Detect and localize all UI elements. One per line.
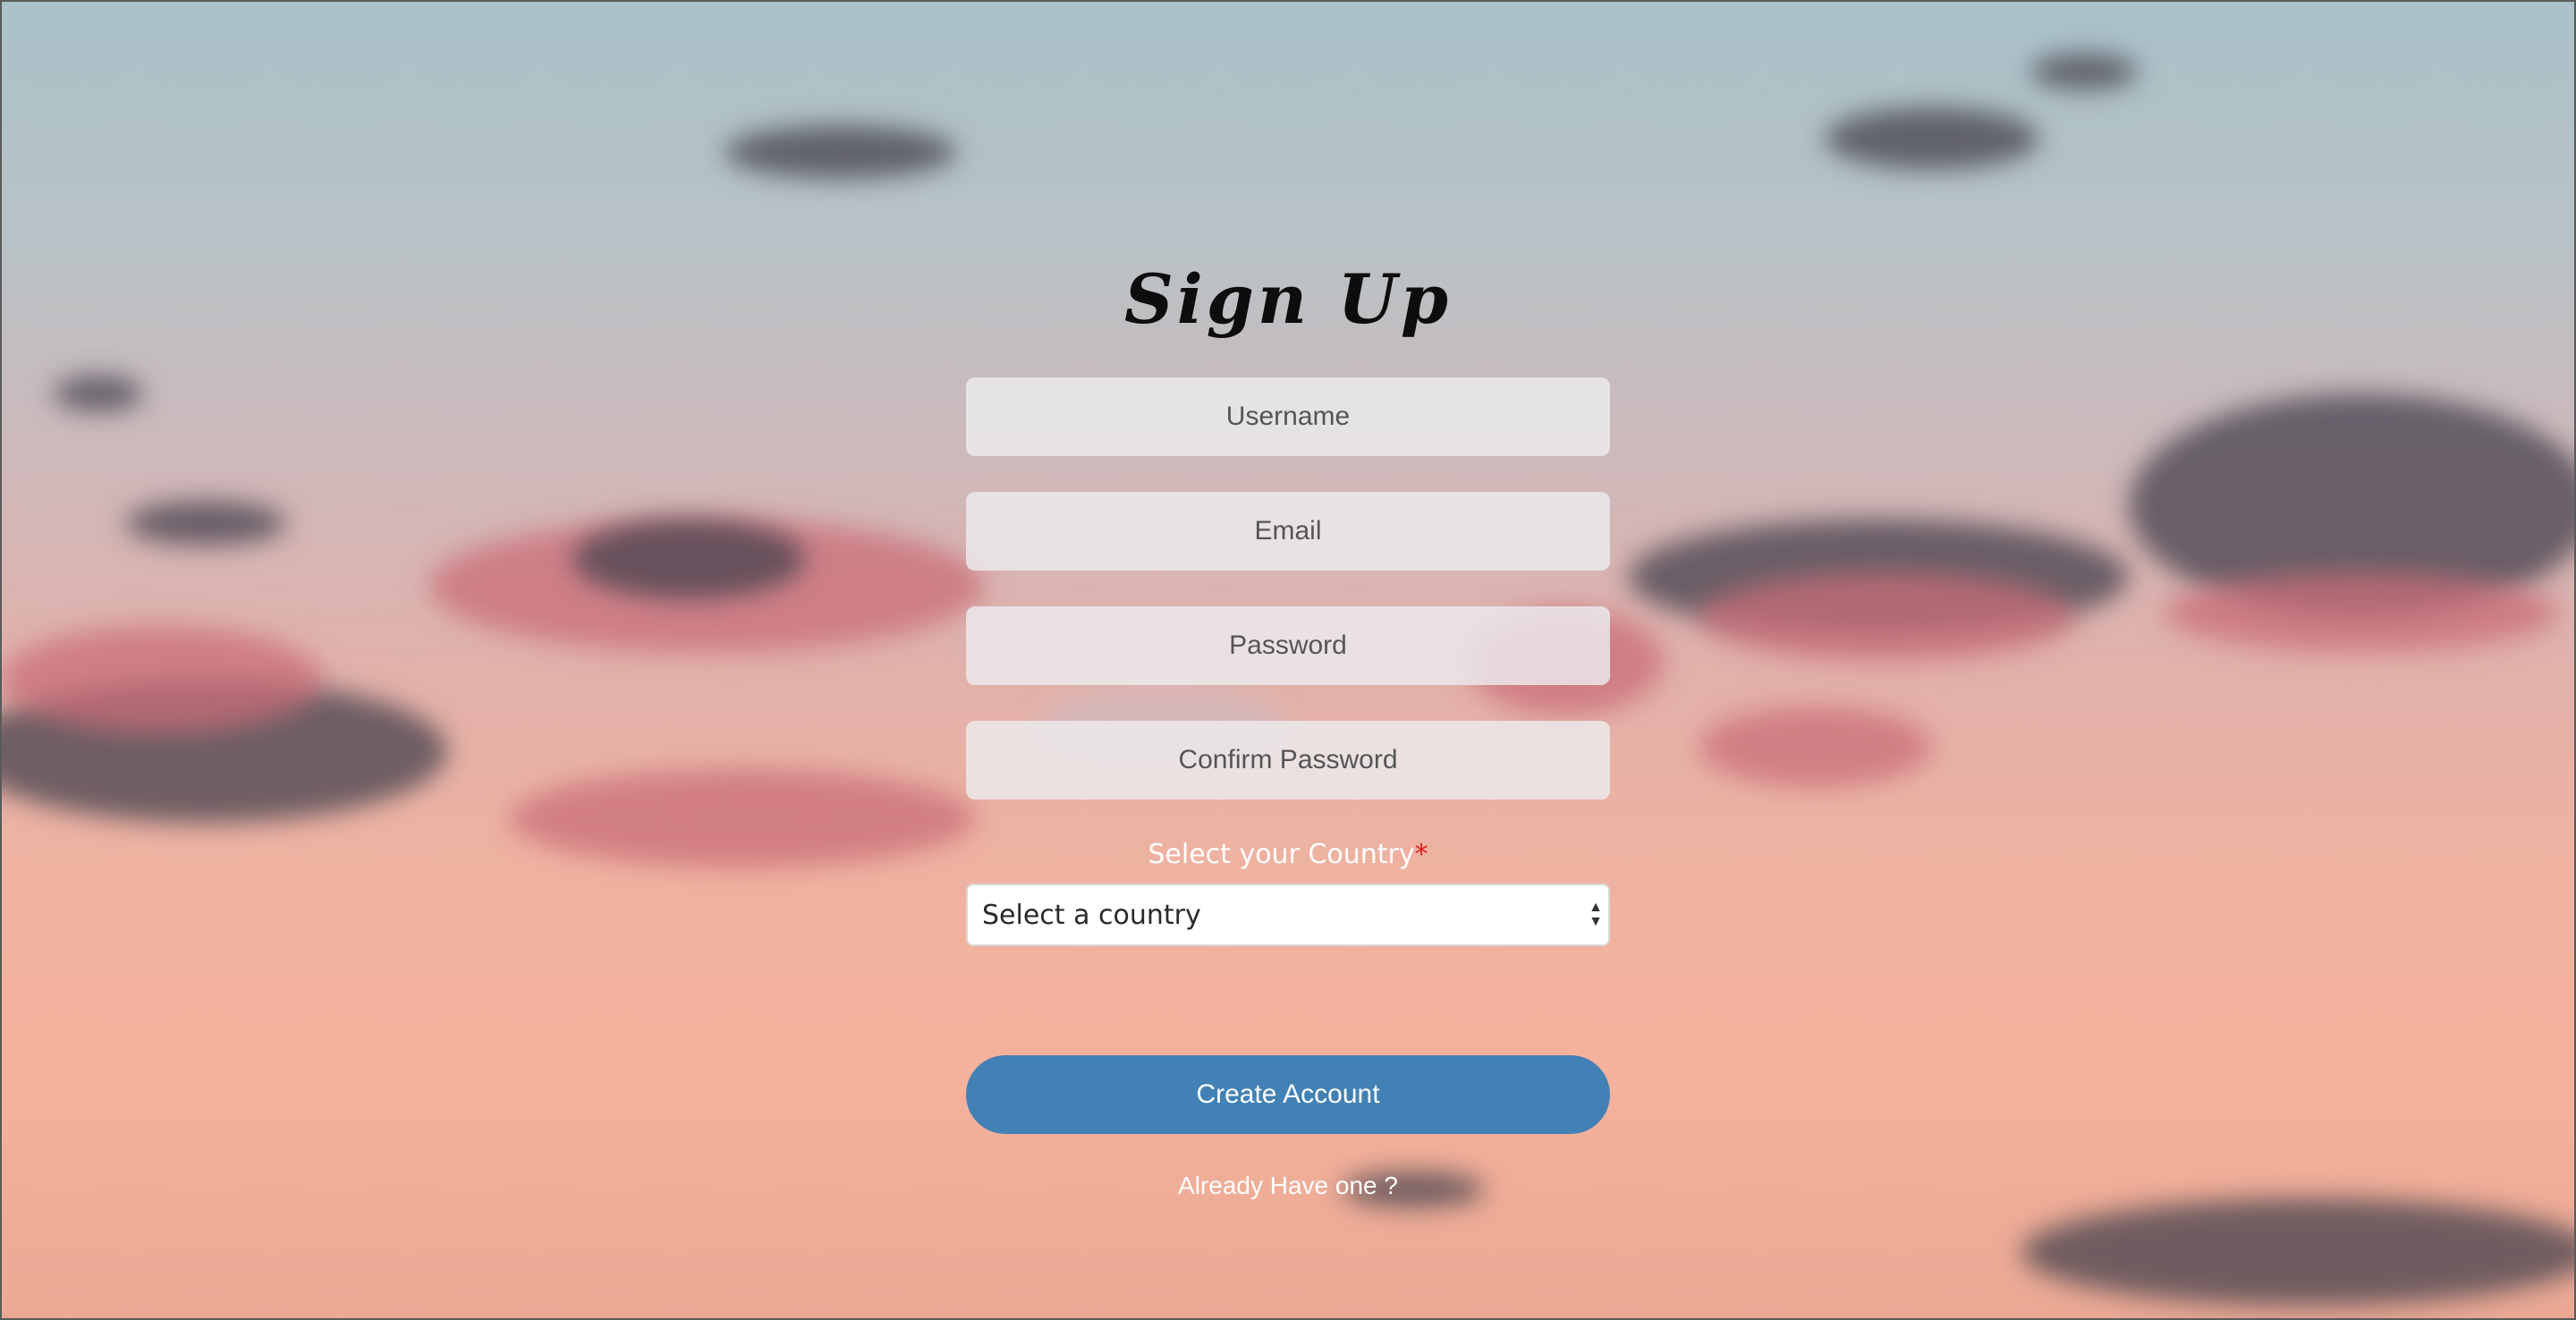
confirm-password-input[interactable] <box>966 721 1610 800</box>
cloud <box>510 769 975 867</box>
create-account-button[interactable]: Create Account <box>966 1055 1610 1134</box>
cloud <box>1699 707 1932 787</box>
cloud <box>1699 572 2075 662</box>
country-select-wrapper: Select a country ▲ ▼ <box>966 884 1610 946</box>
up-down-chevron-icon: ▲ ▼ <box>1589 900 1603 929</box>
cloud <box>572 519 805 599</box>
cloud <box>2165 572 2558 653</box>
country-label-text: Select your Country <box>1148 839 1415 870</box>
email-input[interactable] <box>966 492 1610 571</box>
password-input[interactable] <box>966 606 1610 685</box>
cloud <box>125 501 286 546</box>
cloud <box>54 376 143 411</box>
page-title: Sign Up <box>1123 259 1453 339</box>
country-select[interactable]: Select a country <box>966 884 1610 946</box>
username-input[interactable] <box>966 377 1610 456</box>
cloud <box>2021 1198 2576 1306</box>
login-link[interactable]: Already Have one ? <box>1178 1172 1398 1200</box>
cloud <box>0 626 322 733</box>
cloud <box>1825 107 2039 170</box>
signup-form: Sign Up Select your Country* Select a co… <box>966 250 1610 1200</box>
cloud <box>2030 54 2138 89</box>
country-label: Select your Country* <box>1148 837 1428 873</box>
cloud <box>724 125 957 179</box>
country-select-value: Select a country <box>982 899 1201 931</box>
required-asterisk: * <box>1414 839 1428 870</box>
